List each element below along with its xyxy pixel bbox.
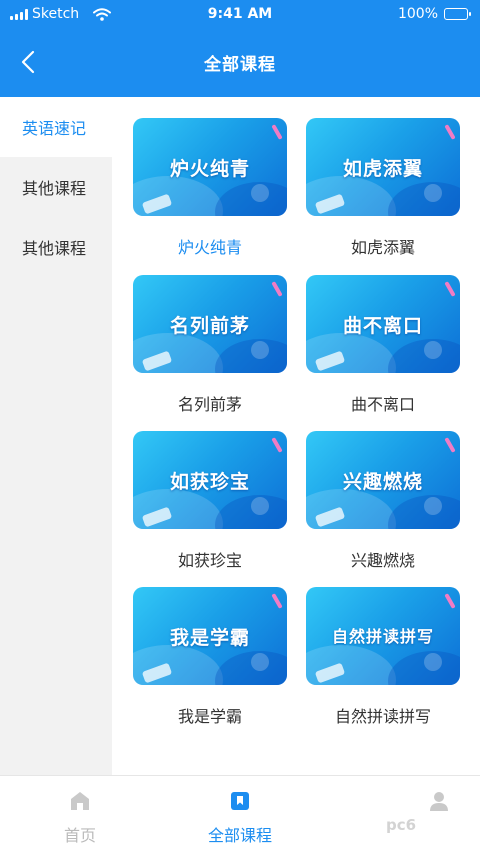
course-thumbnail: 名列前茅	[133, 275, 287, 373]
sidebar-item-other-courses-2[interactable]: 其他课程	[0, 217, 112, 277]
course-label: 自然拼读拼写	[334, 707, 431, 726]
course-thumbnail: 我是学霸	[133, 587, 287, 685]
course-thumbnail: 如虎添翼	[306, 118, 460, 216]
course-thumbnail: 曲不离口	[306, 275, 460, 373]
course-label: 我是学霸	[177, 707, 242, 726]
bottom-tab-bar: 首页 全部课程 pc6	[0, 775, 480, 853]
sidebar-item-english-memory[interactable]: 英语速记	[0, 97, 112, 157]
course-card[interactable]: 炉火纯青 炉火纯青	[133, 118, 287, 257]
home-icon	[71, 792, 89, 810]
course-card[interactable]: 兴趣燃烧 兴趣燃烧	[306, 431, 460, 570]
tab-all-courses[interactable]: 全部课程	[160, 776, 320, 853]
course-label: 如获珍宝	[177, 551, 242, 570]
thumbnail-title: 自然拼读拼写	[331, 627, 434, 646]
course-card[interactable]: 我是学霸 我是学霸	[133, 587, 287, 726]
page-title: 全部课程	[204, 55, 276, 75]
thumbnail-title: 炉火纯青	[169, 158, 250, 180]
course-card[interactable]: 如虎添翼 如虎添翼	[306, 118, 460, 257]
course-grid-area: 炉火纯青 炉火纯青 如虎添翼 如虎添翼 名列前茅 名列前茅 曲不离口 曲不离口	[112, 97, 480, 775]
course-label: 兴趣燃烧	[350, 551, 415, 570]
thumbnail-title: 名列前茅	[169, 315, 250, 337]
thumbnail-title: 如获珍宝	[169, 471, 250, 493]
bookmark-icon	[231, 792, 249, 810]
tab-profile[interactable]	[320, 776, 480, 853]
thumbnail-title: 兴趣燃烧	[342, 471, 423, 493]
course-label: 如虎添翼	[350, 238, 415, 257]
sidebar-item-label: 其他课程	[22, 239, 87, 258]
tab-home[interactable]: 首页	[0, 776, 160, 853]
sidebar-item-label: 其他课程	[22, 179, 87, 198]
course-label: 曲不离口	[350, 395, 415, 414]
category-sidebar: 英语速记 其他课程 其他课程	[0, 97, 112, 775]
course-card[interactable]: 自然拼读拼写 自然拼读拼写	[306, 587, 460, 726]
user-icon	[430, 792, 448, 811]
thumbnail-title: 曲不离口	[342, 315, 423, 337]
course-thumbnail: 兴趣燃烧	[306, 431, 460, 529]
course-card[interactable]: 名列前茅 名列前茅	[133, 275, 287, 414]
course-thumbnail: 如获珍宝	[133, 431, 287, 529]
sidebar-item-other-courses[interactable]: 其他课程	[0, 157, 112, 217]
course-card[interactable]: 如获珍宝 如获珍宝	[133, 431, 287, 570]
status-bar: Sketch 9:41 AM 100%	[0, 0, 480, 30]
course-label: 名列前茅	[177, 395, 242, 414]
course-thumbnail: 炉火纯青	[133, 118, 287, 216]
nav-bar: 全部课程	[0, 30, 480, 97]
thumbnail-title: 如虎添翼	[342, 158, 423, 180]
course-card[interactable]: 曲不离口 曲不离口	[306, 275, 460, 414]
course-thumbnail: 自然拼读拼写	[306, 587, 460, 685]
tab-label: 全部课程	[207, 826, 272, 845]
watermark-logo: pc6	[386, 816, 417, 834]
tab-label: 首页	[63, 826, 96, 845]
battery-icon	[444, 8, 471, 20]
thumbnail-title: 我是学霸	[169, 627, 250, 649]
battery-percent: 100%	[397, 6, 438, 22]
course-label: 炉火纯青	[177, 238, 242, 257]
sidebar-item-label: 英语速记	[22, 119, 87, 138]
status-right: 100%	[397, 6, 471, 22]
